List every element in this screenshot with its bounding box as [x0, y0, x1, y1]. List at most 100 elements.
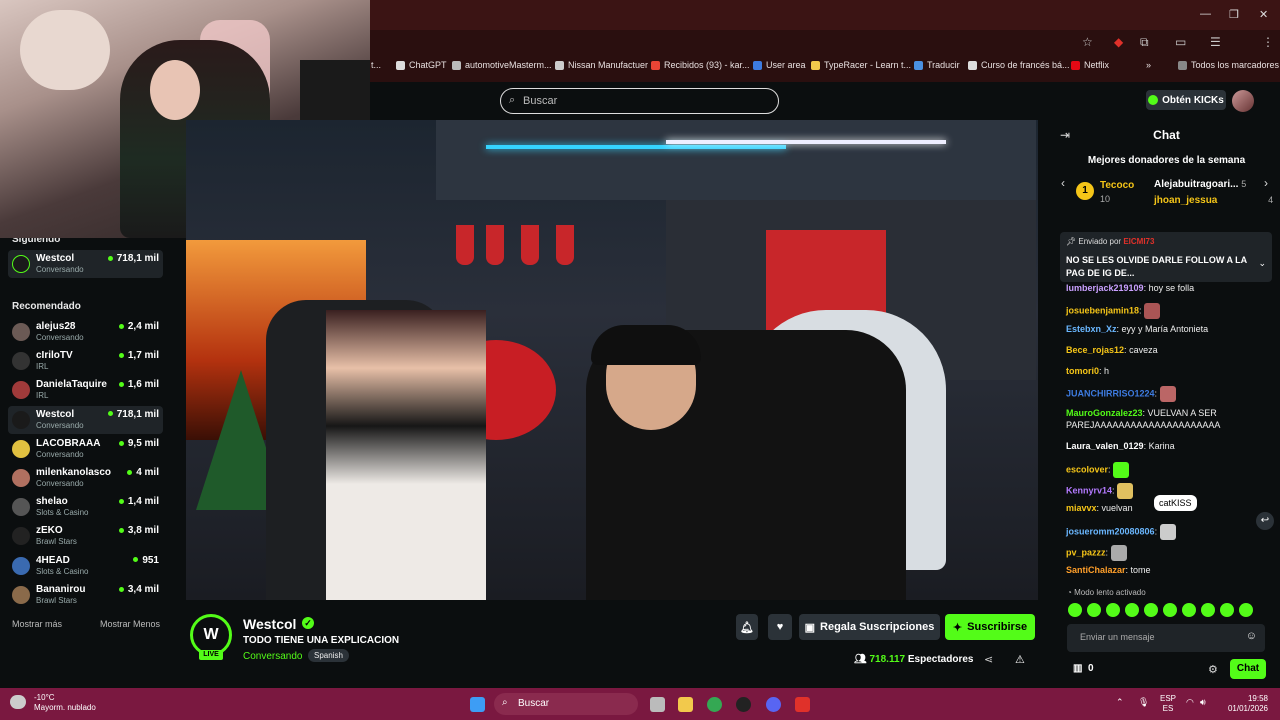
- chat-username[interactable]: JUANCHIRRISO1224: [1066, 388, 1155, 398]
- sidebar-item-bananirou[interactable]: Bananirou Brawl Stars 3,4 mil: [8, 581, 163, 609]
- chat-message[interactable]: tomori0: h: [1066, 366, 1109, 376]
- pinned-message[interactable]: 📌︎ Enviado por EICMI73 NO SE LES OLVIDE …: [1060, 232, 1272, 282]
- sidebar-item-westcol[interactable]: Westcol Conversando 718,1 mil: [8, 405, 163, 434]
- star-icon[interactable]: ☆: [1082, 35, 1093, 49]
- app-icon[interactable]: [795, 697, 810, 712]
- wifi-icon[interactable]: ◠: [1186, 697, 1194, 708]
- chat-username[interactable]: Laura_valen_0129: [1066, 441, 1144, 451]
- chat-username[interactable]: lumberjack219109: [1066, 283, 1144, 293]
- chat-message[interactable]: josueromm20080806:: [1066, 524, 1176, 540]
- bookmark-overflow[interactable]: t...: [371, 60, 381, 70]
- emote-icon[interactable]: [1201, 603, 1215, 617]
- bookmark-gmail[interactable]: Recibidos (93) - kar...: [651, 60, 750, 70]
- tray-chevron-icon[interactable]: ⌃: [1116, 697, 1124, 708]
- emote-quickbar[interactable]: [1068, 603, 1253, 617]
- chat-message[interactable]: MauroGonzalez23: VUELVAN A SER PAREJAAAA…: [1066, 407, 1246, 431]
- chat-emote[interactable]: [1113, 462, 1130, 478]
- list-icon[interactable]: ☰: [1210, 35, 1221, 49]
- weather-widget[interactable]: -10°C Mayorm. nublado: [10, 693, 96, 713]
- get-kicks-button[interactable]: Obtén KICKs: [1146, 90, 1226, 110]
- chat-message[interactable]: SantiChalazar: tome: [1066, 565, 1151, 575]
- language-tag[interactable]: Spanish: [308, 649, 349, 662]
- sidebar-item-alejus28[interactable]: alejus28 Conversando 2,4 mil: [8, 318, 163, 346]
- chat-emote[interactable]: [1117, 483, 1134, 499]
- emote-icon[interactable]: [1182, 603, 1196, 617]
- sidebar-item-danielataquire[interactable]: DanielaTaquire IRL 1,6 mil: [8, 376, 163, 404]
- gift-subs-button[interactable]: ▣ Regala Suscripciones: [799, 614, 940, 640]
- emote-icon[interactable]: [1163, 603, 1177, 617]
- sidebar-item-following-westcol[interactable]: Westcol Conversando 718,1 mil: [8, 250, 163, 278]
- stream-category[interactable]: Conversando: [243, 651, 302, 662]
- kicks-balance[interactable]: ▥ 0: [1073, 663, 1094, 674]
- chat-message[interactable]: Laura_valen_0129: Karina: [1066, 441, 1175, 451]
- task-view-icon[interactable]: [650, 697, 665, 712]
- sidebar-item-lacobraaa[interactable]: LACOBRAAA Conversando 9,5 mil: [8, 435, 163, 463]
- chat-username[interactable]: escolover: [1066, 464, 1108, 474]
- language-indicator[interactable]: ESP ES: [1160, 694, 1176, 714]
- chat-message[interactable]: escolover:: [1066, 462, 1130, 478]
- chat-message[interactable]: JUANCHIRRISO1224:: [1066, 386, 1176, 402]
- chat-username[interactable]: MauroGonzalez23: [1066, 408, 1143, 418]
- bookmark-traducir[interactable]: Traducir: [914, 60, 960, 70]
- chat-message[interactable]: miavvx: vuelvan: [1066, 503, 1133, 513]
- sidebar-item-cirilotv[interactable]: cIriloTV IRL 1,7 mil: [8, 347, 163, 375]
- chat-message[interactable]: Bece_rojas12: caveza: [1066, 345, 1158, 355]
- scroll-down-icon[interactable]: ↩: [1256, 512, 1274, 530]
- show-less-link[interactable]: Mostrar Menos: [100, 619, 160, 629]
- chat-username[interactable]: Kennyrv14: [1066, 485, 1112, 495]
- microphone-icon[interactable]: 🎙︎: [1138, 697, 1149, 708]
- chrome-icon[interactable]: [707, 697, 722, 712]
- emote-icon[interactable]: [1087, 603, 1101, 617]
- chat-emote[interactable]: [1110, 545, 1127, 561]
- volume-icon[interactable]: 🔊︎: [1200, 697, 1206, 708]
- chat-emote[interactable]: [1144, 303, 1161, 319]
- maximize-icon[interactable]: ❐: [1229, 8, 1239, 21]
- emote-icon[interactable]: [1106, 603, 1120, 617]
- chat-message[interactable]: Kennyrv14:: [1066, 483, 1134, 499]
- chat-username[interactable]: Bece_rojas12: [1066, 345, 1124, 355]
- clock[interactable]: 19:58 01/01/2026: [1218, 694, 1268, 714]
- bookmark-user-area[interactable]: User area: [753, 60, 806, 70]
- bookmark-french-course[interactable]: Curso de francés bá...: [968, 60, 1070, 70]
- emote-icon[interactable]: [1068, 603, 1082, 617]
- chat-username[interactable]: pv_pazzz: [1066, 547, 1106, 557]
- all-bookmarks[interactable]: Todos los marcadores: [1178, 60, 1279, 70]
- sidebar-item-4head[interactable]: 4HEAD Slots & Casino 951: [8, 552, 163, 580]
- bookmark-netflix[interactable]: Netflix: [1071, 60, 1109, 70]
- chat-username[interactable]: SantiChalazar: [1066, 565, 1126, 575]
- emote-icon[interactable]: [1125, 603, 1139, 617]
- file-explorer-icon[interactable]: [678, 697, 693, 712]
- emote-icon[interactable]: [1144, 603, 1158, 617]
- report-icon[interactable]: ⚠: [1015, 653, 1025, 666]
- chat-emote[interactable]: [1159, 386, 1176, 402]
- close-icon[interactable]: ✕: [1259, 8, 1268, 21]
- emoji-icon[interactable]: ☺: [1246, 630, 1257, 642]
- chevron-down-icon[interactable]: ⌄: [1258, 258, 1266, 269]
- sidebar-item-milenkanolasco[interactable]: milenkanolasco Conversando 4 mil: [8, 464, 163, 492]
- chat-message-input[interactable]: Enviar un mensaje ☺: [1067, 624, 1265, 652]
- kebab-menu-icon[interactable]: ⋮: [1262, 35, 1274, 49]
- chat-username[interactable]: josueromm20080806: [1066, 526, 1155, 536]
- chat-username[interactable]: tomori0: [1066, 366, 1099, 376]
- chevron-left-icon[interactable]: ‹: [1061, 176, 1065, 190]
- chat-username[interactable]: Estebxn_Xz: [1066, 324, 1117, 334]
- chat-emote[interactable]: [1159, 524, 1176, 540]
- chat-message[interactable]: josuebenjamin18:: [1066, 303, 1161, 319]
- show-more-link[interactable]: Mostrar más: [12, 619, 62, 629]
- sidebar-item-zeko[interactable]: zEKO Brawl Stars 3,8 mil: [8, 522, 163, 550]
- cast-icon[interactable]: ▭: [1175, 35, 1186, 49]
- discord-icon[interactable]: [766, 697, 781, 712]
- channel-name[interactable]: Westcol: [243, 616, 296, 632]
- bookmark-nissan[interactable]: Nissan Manufactuer: [555, 60, 648, 70]
- gear-icon[interactable]: ⚙: [1208, 663, 1218, 676]
- chat-message[interactable]: lumberjack219109: hoy se folla: [1066, 283, 1194, 293]
- sidebar-item-shelao[interactable]: shelao Slots & Casino 1,4 mil: [8, 493, 163, 521]
- search-input[interactable]: ⌕ Buscar: [500, 88, 779, 114]
- notifications-button[interactable]: 🔔︎: [736, 614, 758, 640]
- puzzle-icon[interactable]: ⧉: [1140, 35, 1149, 50]
- emote-icon[interactable]: [1239, 603, 1253, 617]
- chat-username[interactable]: miavvx: [1066, 503, 1097, 513]
- send-chat-button[interactable]: Chat: [1230, 659, 1266, 679]
- bookmark-chatgpt[interactable]: ChatGPT: [396, 60, 447, 70]
- obs-icon[interactable]: [736, 697, 751, 712]
